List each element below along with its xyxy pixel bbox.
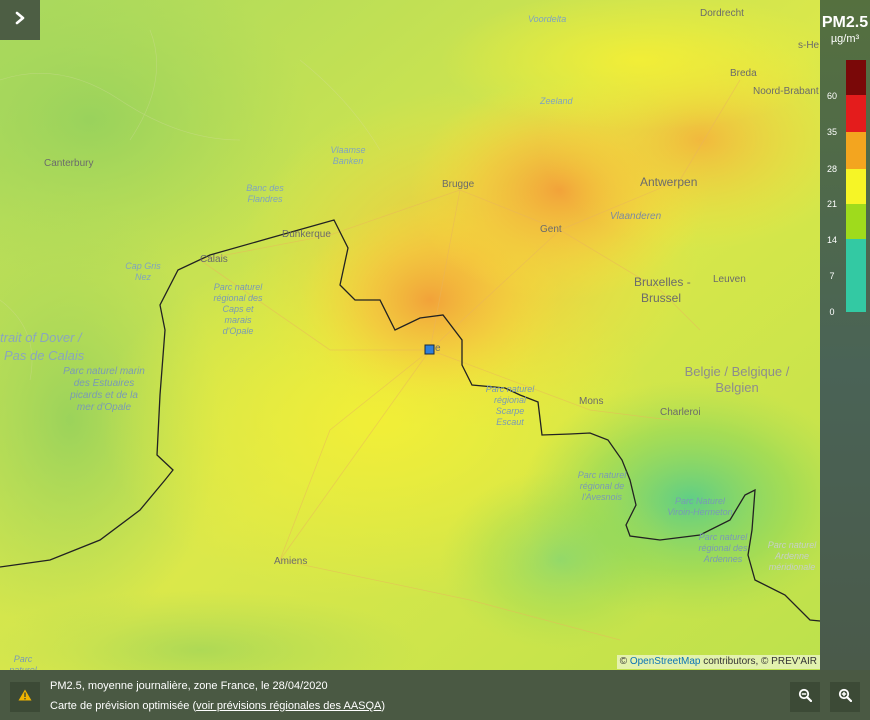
leuven-label: Leuven (713, 274, 746, 285)
legend-tick-7: 7 (829, 271, 835, 281)
legend-swatch-0-14 (846, 239, 866, 312)
zoom-in-button[interactable] (830, 682, 860, 712)
chevron-right-icon (14, 11, 26, 30)
caption-prefix: Carte de prévision optimisée ( (50, 700, 197, 712)
legend-tick-0: 0 (829, 307, 835, 317)
charleroi-label: Charleroi (660, 407, 701, 418)
belgium-label-line1: Belgie / Belgique / (684, 364, 790, 379)
park-ardennes-label: Parc naturel régional des Ardennes (698, 532, 748, 564)
legend-tick-35: 35 (826, 127, 837, 137)
calais-label: Calais (200, 254, 228, 265)
legend-swatch-28-35 (846, 132, 866, 169)
map-caption-title: PM2.5, moyenne journalière, zone France,… (50, 680, 328, 692)
antwerpen-label: Antwerpen (640, 175, 698, 189)
strait-label-line2: Pas de Calais (4, 348, 85, 363)
map-caption-subtitle: Carte de prévision optimisée (voir prévi… (50, 700, 385, 712)
legend-tick-21: 21 (826, 199, 837, 209)
attribution-prefix: © (619, 656, 630, 667)
breda-label: Breda (730, 68, 757, 79)
legend-tick-60: 60 (826, 91, 837, 101)
mons-label: Mons (579, 396, 604, 407)
openstreetmap-link[interactable]: OpenStreetMap (630, 656, 701, 667)
park-scarpe-escaut-label: Parc naturel régional Scarpe Escaut (485, 384, 535, 427)
bruxelles-label: Bruxelles - (634, 275, 691, 289)
legend-unit: µg/m³ (830, 33, 860, 45)
legend-tick-28: 28 (826, 164, 837, 174)
legend-panel: PM2.5 µg/m³ 60 35 28 21 14 7 0 (820, 0, 870, 670)
sidebar-toggle-button[interactable] (0, 0, 40, 40)
park-viroin-label: Parc Naturel Viroin-Hermeton (667, 496, 733, 517)
vlaanderen-label: Vlaanderen (610, 211, 662, 222)
warning-icon (18, 688, 32, 706)
zeeland-label: Zeeland (540, 96, 573, 106)
zoom-out-icon (798, 688, 813, 707)
brugge-label: Brugge (442, 179, 475, 190)
legend-tick-14: 14 (826, 235, 837, 245)
banc-des-flandres-label: Banc des Flandres (246, 183, 284, 204)
warning-button[interactable] (10, 682, 40, 712)
pollution-map[interactable] (0, 0, 870, 720)
noord-brabant-label: Noord-Brabant (753, 86, 819, 97)
caption-suffix: ) (381, 700, 386, 712)
cap-gris-nez-label: Cap Gris Nez (125, 261, 161, 282)
attribution-suffix: contributors, © PREV'AIR (700, 656, 817, 667)
legend-swatch-60plus (846, 60, 866, 95)
amiens-label: Amiens (274, 556, 308, 567)
park-caps-marais-label: Parc naturel régional des Caps et marais… (213, 282, 263, 336)
legend-swatch-21-28 (846, 169, 866, 204)
vlaamse-banken-label: Vlaamse Banken (330, 145, 366, 166)
s-hertogenbosch-label: s-He (798, 40, 820, 51)
belgium-label-line2: Belgien (715, 380, 759, 395)
voordelta-label: Voordelta (528, 14, 567, 24)
legend-swatch-14-21 (846, 204, 866, 239)
brussel-label: Brussel (641, 291, 682, 305)
dordrecht-label: Dordrecht (700, 8, 744, 19)
gent-label: Gent (540, 224, 562, 235)
regional-forecasts-link[interactable]: voir prévisions régionales des AASQA (196, 700, 381, 712)
zoom-out-button[interactable] (790, 682, 820, 712)
legend-swatch-35-60 (846, 95, 866, 132)
map-footer: PM2.5, moyenne journalière, zone France,… (0, 670, 870, 720)
zoom-in-icon (838, 688, 853, 707)
park-avesnois-label: Parc naturel régional de l'Avesnois (577, 470, 627, 502)
lille-station-marker (424, 344, 435, 355)
legend-title: PM2.5 (821, 14, 869, 31)
park-estuaires-label: Parc naturel marin des Estuaires picards… (63, 366, 145, 413)
canterbury-label: Canterbury (44, 158, 94, 169)
park-ardenne-meridionale-label: Parc naturel Ardenne méridionale (767, 540, 817, 572)
strait-label-line1: trait of Dover / (0, 330, 82, 345)
dunkerque-label: Dunkerque (282, 229, 331, 240)
lille-label-fragment: e (435, 343, 441, 354)
map-attribution: © OpenStreetMap contributors, © PREV'AIR (616, 655, 820, 669)
